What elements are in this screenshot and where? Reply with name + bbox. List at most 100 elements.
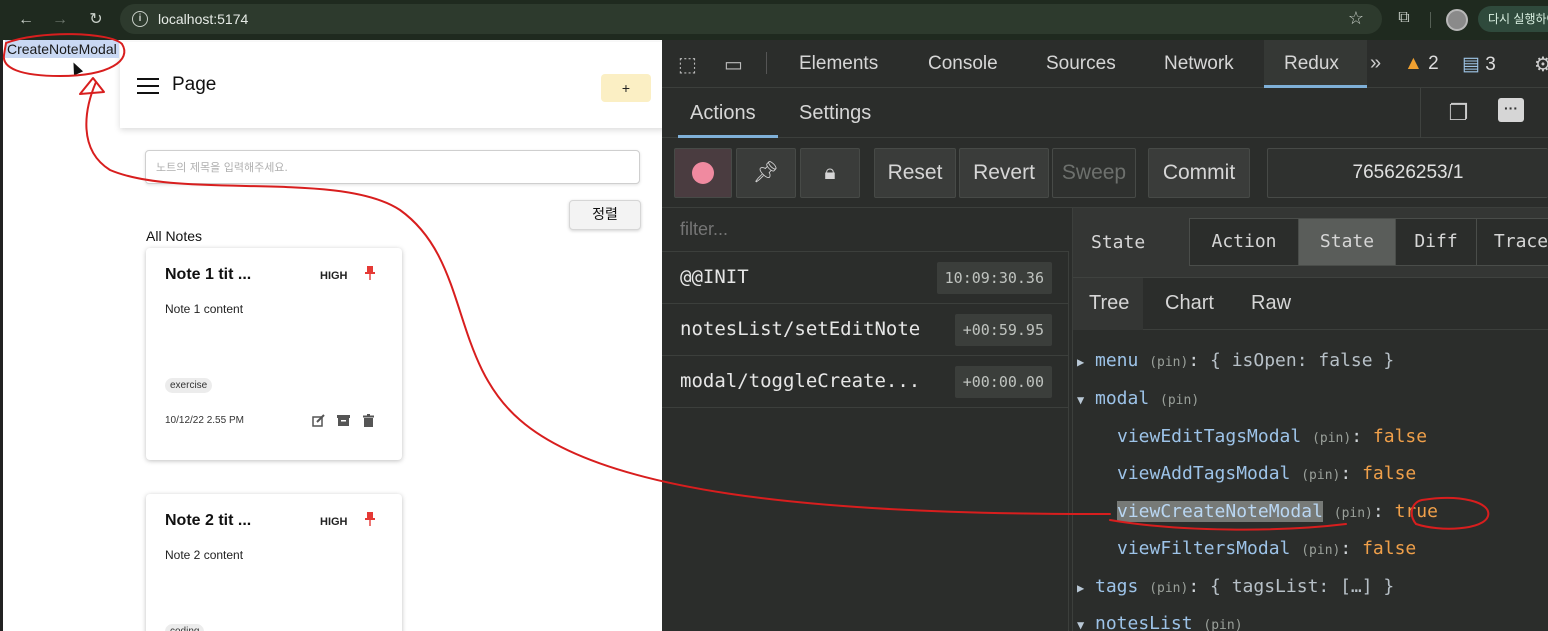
extensions-icon[interactable]: ⧉ (1394, 9, 1414, 29)
add-note-button[interactable]: + (601, 74, 651, 102)
tree-node-modal[interactable]: ▼ modal (pin) (1077, 388, 1199, 424)
tree-node-view-filters-modal[interactable]: viewFiltersModal (pin): false (1117, 538, 1416, 574)
view-tab-chart[interactable]: Chart (1165, 292, 1214, 315)
action-name: modal/toggleCreate... (680, 370, 921, 392)
device-toolbar-icon[interactable]: ▭ (724, 52, 743, 77)
tree-node-view-edit-tags-modal[interactable]: viewEditTagsModal (pin): false (1117, 426, 1427, 462)
address-bar[interactable]: i localhost:5174 ☆ (120, 4, 1382, 34)
note-card[interactable]: Note 2 tit ... HIGH Note 2 content codin… (146, 494, 402, 631)
browser-toolbar: ← → ↻ i localhost:5174 ☆ ⧉ 다시 실행하여 (0, 0, 1548, 40)
action-row[interactable]: notesList/setEditNote +00:59.95 (662, 304, 1068, 356)
warning-count: 2 (1428, 53, 1439, 74)
tab-sources[interactable]: Sources (1046, 53, 1116, 75)
state-inspector-title: State (1091, 232, 1146, 253)
tabbar-divider (766, 52, 767, 74)
settings-gear-icon[interactable]: ⚙ (1534, 52, 1548, 77)
state-tree: ▶ menu (pin): { isOpen: false } ▼ modal (p… (1073, 330, 1548, 631)
note-card[interactable]: Note 1 tit ... HIGH Note 1 content exerc… (146, 248, 402, 460)
edit-icon[interactable] (312, 414, 325, 427)
reset-button[interactable]: Reset (874, 148, 956, 198)
redux-subtabs: Actions Settings ❐ ··· (662, 88, 1548, 138)
lock-icon: 🔒︎ (824, 161, 836, 184)
note-content: Note 1 content (165, 302, 244, 316)
view-tab-raw[interactable]: Raw (1251, 292, 1291, 315)
more-tabs-icon[interactable]: » (1370, 52, 1381, 75)
collapse-arrow-icon[interactable]: ▼ (1077, 393, 1095, 407)
view-tab-tree[interactable]: Tree (1089, 292, 1129, 315)
forward-icon[interactable]: → (48, 8, 72, 32)
app-viewport: Page + CreateNoteModal 정렬 All Notes Note… (0, 40, 662, 631)
state-inspector-panel: State Action State Diff Trace Tree Chart… (1072, 208, 1548, 631)
subtab-settings[interactable]: Settings (799, 102, 871, 125)
expand-arrow-icon[interactable]: ▶ (1077, 355, 1095, 369)
note-priority: HIGH (320, 516, 348, 528)
relaunch-update-button[interactable]: 다시 실행하여 (1478, 6, 1548, 32)
profile-avatar[interactable] (1446, 9, 1468, 31)
tree-node-tags[interactable]: ▶ tags (pin): { tagsList: […] } (1077, 576, 1394, 612)
action-time: +00:59.95 (954, 314, 1052, 346)
messages-counter[interactable]: ▤ 3 (1462, 53, 1496, 76)
action-time: +00:00.00 (954, 366, 1052, 398)
tab-elements[interactable]: Elements (799, 53, 878, 75)
bookmark-star-icon[interactable]: ☆ (1348, 8, 1364, 29)
site-info-icon[interactable]: i (132, 11, 148, 27)
reload-icon[interactable]: ↻ (84, 8, 108, 32)
back-icon[interactable]: ← (14, 8, 38, 32)
page-title: Page (172, 74, 217, 95)
state-inspector-header: State Action State Diff Trace (1073, 208, 1548, 278)
note-title-input[interactable] (145, 150, 640, 184)
note-title: Note 1 tit ... (165, 266, 252, 283)
tab-console[interactable]: Console (928, 53, 998, 75)
toolbar-divider (1430, 12, 1431, 28)
segment-state[interactable]: State (1298, 218, 1396, 266)
action-filter-input[interactable] (662, 208, 1069, 252)
state-counter[interactable]: 765626253/1 (1267, 148, 1548, 198)
inspect-element-icon[interactable]: ⬚ (678, 52, 697, 77)
commit-button[interactable]: Commit (1148, 148, 1250, 198)
note-date: 10/12/22 2.55 PM (165, 415, 244, 426)
pin-icon[interactable] (364, 266, 376, 280)
collapse-arrow-icon[interactable]: ▼ (1077, 618, 1095, 631)
action-row[interactable]: modal/toggleCreate... +00:00.00 (662, 356, 1068, 408)
feedback-chat-icon[interactable]: ··· (1498, 98, 1524, 122)
action-name: @@INIT (680, 266, 749, 288)
pin-button[interactable]: 📌︎ (736, 148, 796, 198)
note-priority: HIGH (320, 270, 348, 282)
segment-diff[interactable]: Diff (1395, 218, 1477, 266)
record-button[interactable] (674, 148, 732, 198)
revert-button[interactable]: Revert (959, 148, 1049, 198)
segment-action[interactable]: Action (1189, 218, 1299, 266)
archive-icon[interactable] (337, 414, 350, 427)
segment-trace[interactable]: Trace (1476, 218, 1548, 266)
app-header: Page + (120, 42, 662, 128)
sort-button[interactable]: 정렬 (569, 200, 641, 230)
screenshot-root: ← → ↻ i localhost:5174 ☆ ⧉ 다시 실행하여 Page … (0, 0, 1548, 631)
message-icon: ▤ (1462, 54, 1480, 75)
action-time: 10:09:30.36 (936, 262, 1052, 294)
mouse-cursor-icon (68, 60, 84, 76)
pin-icon[interactable] (364, 512, 376, 526)
devtools-tabbar: ⬚ ▭ Elements Console Sources Network Red… (662, 40, 1548, 88)
action-list-panel: @@INIT 10:09:30.36 notesList/setEditNote… (662, 208, 1069, 631)
hamburger-menu-icon[interactable] (137, 78, 159, 94)
note-title: Note 2 tit ... (165, 512, 252, 529)
lock-button[interactable]: 🔒︎ (800, 148, 860, 198)
note-content: Note 2 content (165, 548, 244, 562)
tab-network[interactable]: Network (1164, 53, 1234, 75)
trash-icon[interactable] (362, 414, 375, 427)
state-view-tabs: Tree Chart Raw (1073, 278, 1548, 330)
tree-node-menu[interactable]: ▶ menu (pin): { isOpen: false } (1077, 350, 1394, 386)
note-tag: coding (165, 624, 205, 631)
tree-node-view-add-tags-modal[interactable]: viewAddTagsModal (pin): false (1117, 463, 1416, 499)
action-row[interactable]: @@INIT 10:09:30.36 (662, 252, 1068, 304)
tree-node-view-create-note-modal[interactable]: viewCreateNoteModal (pin): true (1117, 501, 1438, 537)
subtab-actions[interactable]: Actions (690, 102, 756, 125)
note-tag: exercise (165, 378, 213, 393)
warnings-counter[interactable]: ▲ 2 (1404, 53, 1439, 75)
redux-toolbar: 📌︎ 🔒︎ Reset Revert Sweep Commit 76562625… (662, 138, 1548, 208)
expand-arrow-icon[interactable]: ▶ (1077, 581, 1095, 595)
tab-redux[interactable]: Redux (1284, 53, 1339, 75)
sweep-button[interactable]: Sweep (1052, 148, 1136, 198)
tree-node-notes-list[interactable]: ▼ notesList (pin) (1077, 613, 1243, 631)
docs-book-icon[interactable]: ❐ (1420, 88, 1496, 138)
